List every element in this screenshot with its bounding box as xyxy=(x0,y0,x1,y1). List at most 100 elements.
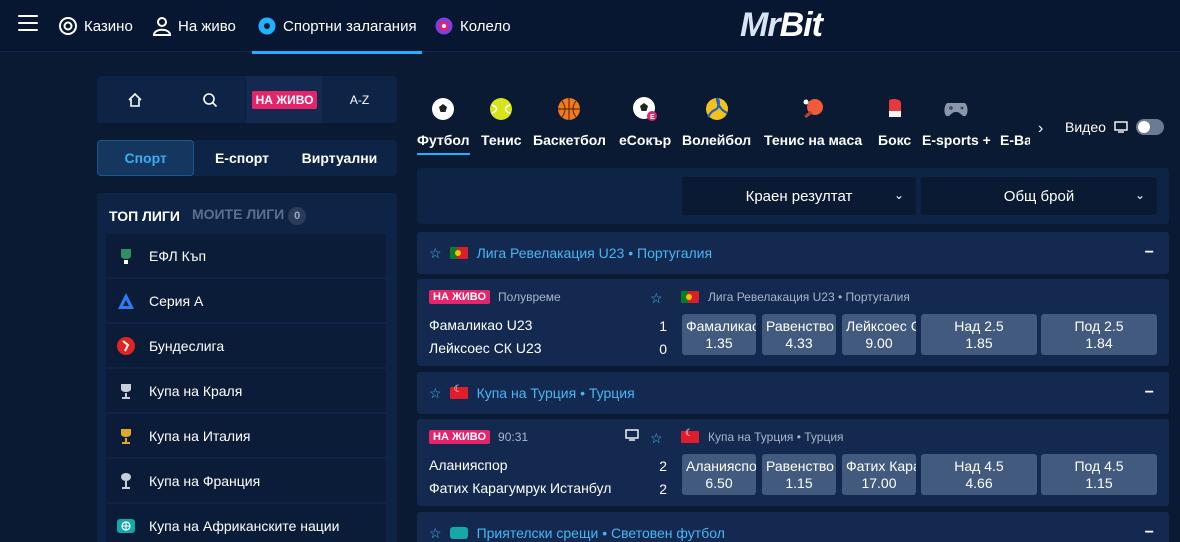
tab-my-leagues[interactable]: МОИТЕ ЛИГИ 0 xyxy=(191,206,307,225)
league-header-title: Купа на Турция • Турция xyxy=(476,385,635,401)
sport-label: Тенис на маса xyxy=(764,132,863,148)
odd-label: Под 4.5 xyxy=(1074,457,1124,474)
odd-label: Фатих Карагумрук xyxy=(846,457,916,474)
league-item-efl-cup[interactable]: ЕФЛ Къп xyxy=(106,234,386,277)
event-league: Купа на Турция • Турция xyxy=(681,428,844,444)
event-row[interactable]: НА ЖИВО Полувреме ☆ Лига Ревелакация U23… xyxy=(417,279,1169,366)
star-icon[interactable]: ☆ xyxy=(650,430,663,447)
odd-button-away[interactable]: Фатих Карагумрук 17.00 xyxy=(842,454,916,495)
star-icon[interactable]: ☆ xyxy=(650,290,663,307)
odd-value: 6.50 xyxy=(705,474,733,491)
sport-tab-esoccer[interactable]: E еСокър xyxy=(619,96,671,148)
odd-value: 4.33 xyxy=(785,334,813,351)
event-league-label: Купа на Турция • Турция xyxy=(708,430,844,444)
away-team: Лейксоес СК U23 xyxy=(429,340,542,356)
odd-button-over[interactable]: Над 4.5 4.66 xyxy=(921,454,1037,495)
monitor-icon xyxy=(1114,121,1128,133)
live-filter-button[interactable]: НА ЖИВО xyxy=(247,76,322,123)
match-time: 90:31 xyxy=(498,430,529,444)
casino-chip-icon xyxy=(59,17,77,35)
menu-icon[interactable] xyxy=(18,15,38,33)
bundesliga-icon xyxy=(116,336,136,356)
totals-select-value: Общ брой xyxy=(1003,187,1075,205)
odd-label: Фамаликао U23 xyxy=(686,317,756,334)
odd-label: Равенство xyxy=(766,457,834,474)
star-icon[interactable]: ☆ xyxy=(429,245,442,262)
home-icon xyxy=(127,92,142,107)
tab-sport[interactable]: Спорт xyxy=(97,140,195,176)
serie-a-icon xyxy=(116,291,136,311)
odd-button-home[interactable]: Фамаликао U23 1.35 xyxy=(682,314,756,355)
odd-button-home[interactable]: Аланияспор 6.50 xyxy=(682,454,756,495)
sport-label: E-sports + xyxy=(922,132,991,148)
sport-tab-boxing[interactable]: Бокс xyxy=(878,96,911,148)
league-item-label: Бундеслига xyxy=(149,337,225,354)
league-item-serie-a[interactable]: Серия А xyxy=(106,279,386,322)
league-item-label: Купа на Африканските нации xyxy=(149,517,340,534)
video-switch[interactable] xyxy=(1135,119,1164,135)
svg-text:E: E xyxy=(650,114,655,121)
sport-tab-volleyball[interactable]: Волейбол xyxy=(682,96,751,148)
leagues-panel: ТОП ЛИГИ МОИТЕ ЛИГИ 0 ЕФЛ Къп Серия А Бун… xyxy=(97,193,397,542)
totals-select[interactable]: Общ брой ⌄ xyxy=(921,177,1157,215)
nav-wheel[interactable]: Колело xyxy=(434,0,511,52)
nav-sports[interactable]: Спортни залагания xyxy=(252,0,422,54)
video-toggle[interactable]: Видео xyxy=(1065,119,1164,135)
search-icon xyxy=(202,92,217,107)
tennis-icon xyxy=(488,96,514,122)
odd-value: 4.66 xyxy=(965,474,993,491)
odd-value: 9.00 xyxy=(865,334,893,351)
sport-tab-tennis[interactable]: Тенис xyxy=(481,96,522,148)
sport-tab-basketball[interactable]: Баскетбол xyxy=(533,96,606,148)
league-item-bundesliga[interactable]: Бундеслига xyxy=(106,324,386,367)
sport-tab-table-tennis[interactable]: Тенис на маса xyxy=(764,96,862,148)
league-header-portugal[interactable]: ☆ Лига Ревелакация U23 • Португалия − xyxy=(417,232,1169,274)
odd-button-under[interactable]: Под 4.5 1.15 xyxy=(1041,454,1157,495)
tab-top-leagues[interactable]: ТОП ЛИГИ xyxy=(109,208,180,224)
away-score: 2 xyxy=(659,481,667,497)
collapse-icon[interactable]: − xyxy=(1145,524,1154,542)
home-button[interactable] xyxy=(97,76,172,123)
tab-esport[interactable]: Е-спорт xyxy=(194,140,289,176)
league-item-coppa-italia[interactable]: Купа на Италия xyxy=(106,414,386,457)
market-select[interactable]: Краен резултат ⌄ xyxy=(682,177,916,215)
odd-value: 1.15 xyxy=(1085,474,1113,491)
az-button[interactable]: A-Z xyxy=(322,76,397,123)
event-league: Лига Ревелакация U23 • Португалия xyxy=(681,290,910,304)
odd-button-under[interactable]: Под 2.5 1.84 xyxy=(1041,314,1157,355)
brand-logo[interactable]: MrBit xyxy=(740,6,823,45)
odd-button-over[interactable]: Над 2.5 1.85 xyxy=(921,314,1037,355)
event-row[interactable]: НА ЖИВО 90:31 ☆ Купа на Турция • Турция … xyxy=(417,419,1169,506)
sport-tab-esports[interactable]: E-sports + xyxy=(922,96,991,148)
monitor-icon[interactable] xyxy=(625,429,639,444)
odd-label: Аланияспор xyxy=(686,457,756,474)
odd-button-draw[interactable]: Равенство 1.15 xyxy=(762,454,836,495)
league-item-africa-cup[interactable]: Купа на Африканските нации xyxy=(106,504,386,542)
league-item-coupe-de-france[interactable]: Купа на Франция xyxy=(106,459,386,502)
trophy-icon xyxy=(116,426,136,446)
star-icon[interactable]: ☆ xyxy=(429,525,442,542)
odd-button-draw[interactable]: Равенство 4.33 xyxy=(762,314,836,355)
trophy-icon xyxy=(116,471,136,491)
sport-tab-ebasketball[interactable]: E-Ba xyxy=(1000,96,1030,148)
star-icon[interactable]: ☆ xyxy=(429,385,442,402)
odd-value: 17.00 xyxy=(861,474,897,491)
efl-cup-icon xyxy=(116,246,136,266)
my-leagues-label: МОИТЕ ЛИГИ xyxy=(191,206,285,222)
league-item-label: Купа на Италия xyxy=(149,427,251,444)
tab-virtual[interactable]: Виртуални xyxy=(290,140,397,176)
league-header-turkey[interactable]: ☆ Купа на Турция • Турция − xyxy=(417,372,1169,414)
league-header-friendlies[interactable]: ☆ Приятелски срещи • Световен футбол − xyxy=(417,512,1169,542)
nav-live[interactable]: На живо xyxy=(152,0,236,52)
search-button[interactable] xyxy=(172,76,247,123)
ebasket-icon xyxy=(1000,96,1026,122)
portugal-flag-icon xyxy=(449,247,468,259)
nav-wheel-label: Колело xyxy=(460,17,511,35)
chevron-right-icon[interactable]: › xyxy=(1038,120,1043,138)
collapse-icon[interactable]: − xyxy=(1145,384,1154,402)
league-item-copa-del-rey[interactable]: Купа на Краля xyxy=(106,369,386,412)
collapse-icon[interactable]: − xyxy=(1145,244,1154,262)
nav-casino[interactable]: Казино xyxy=(58,0,133,52)
odd-button-away[interactable]: Лейксоес СК U23 9.00 xyxy=(842,314,916,355)
sport-tab-football[interactable]: Футбол xyxy=(417,96,470,155)
